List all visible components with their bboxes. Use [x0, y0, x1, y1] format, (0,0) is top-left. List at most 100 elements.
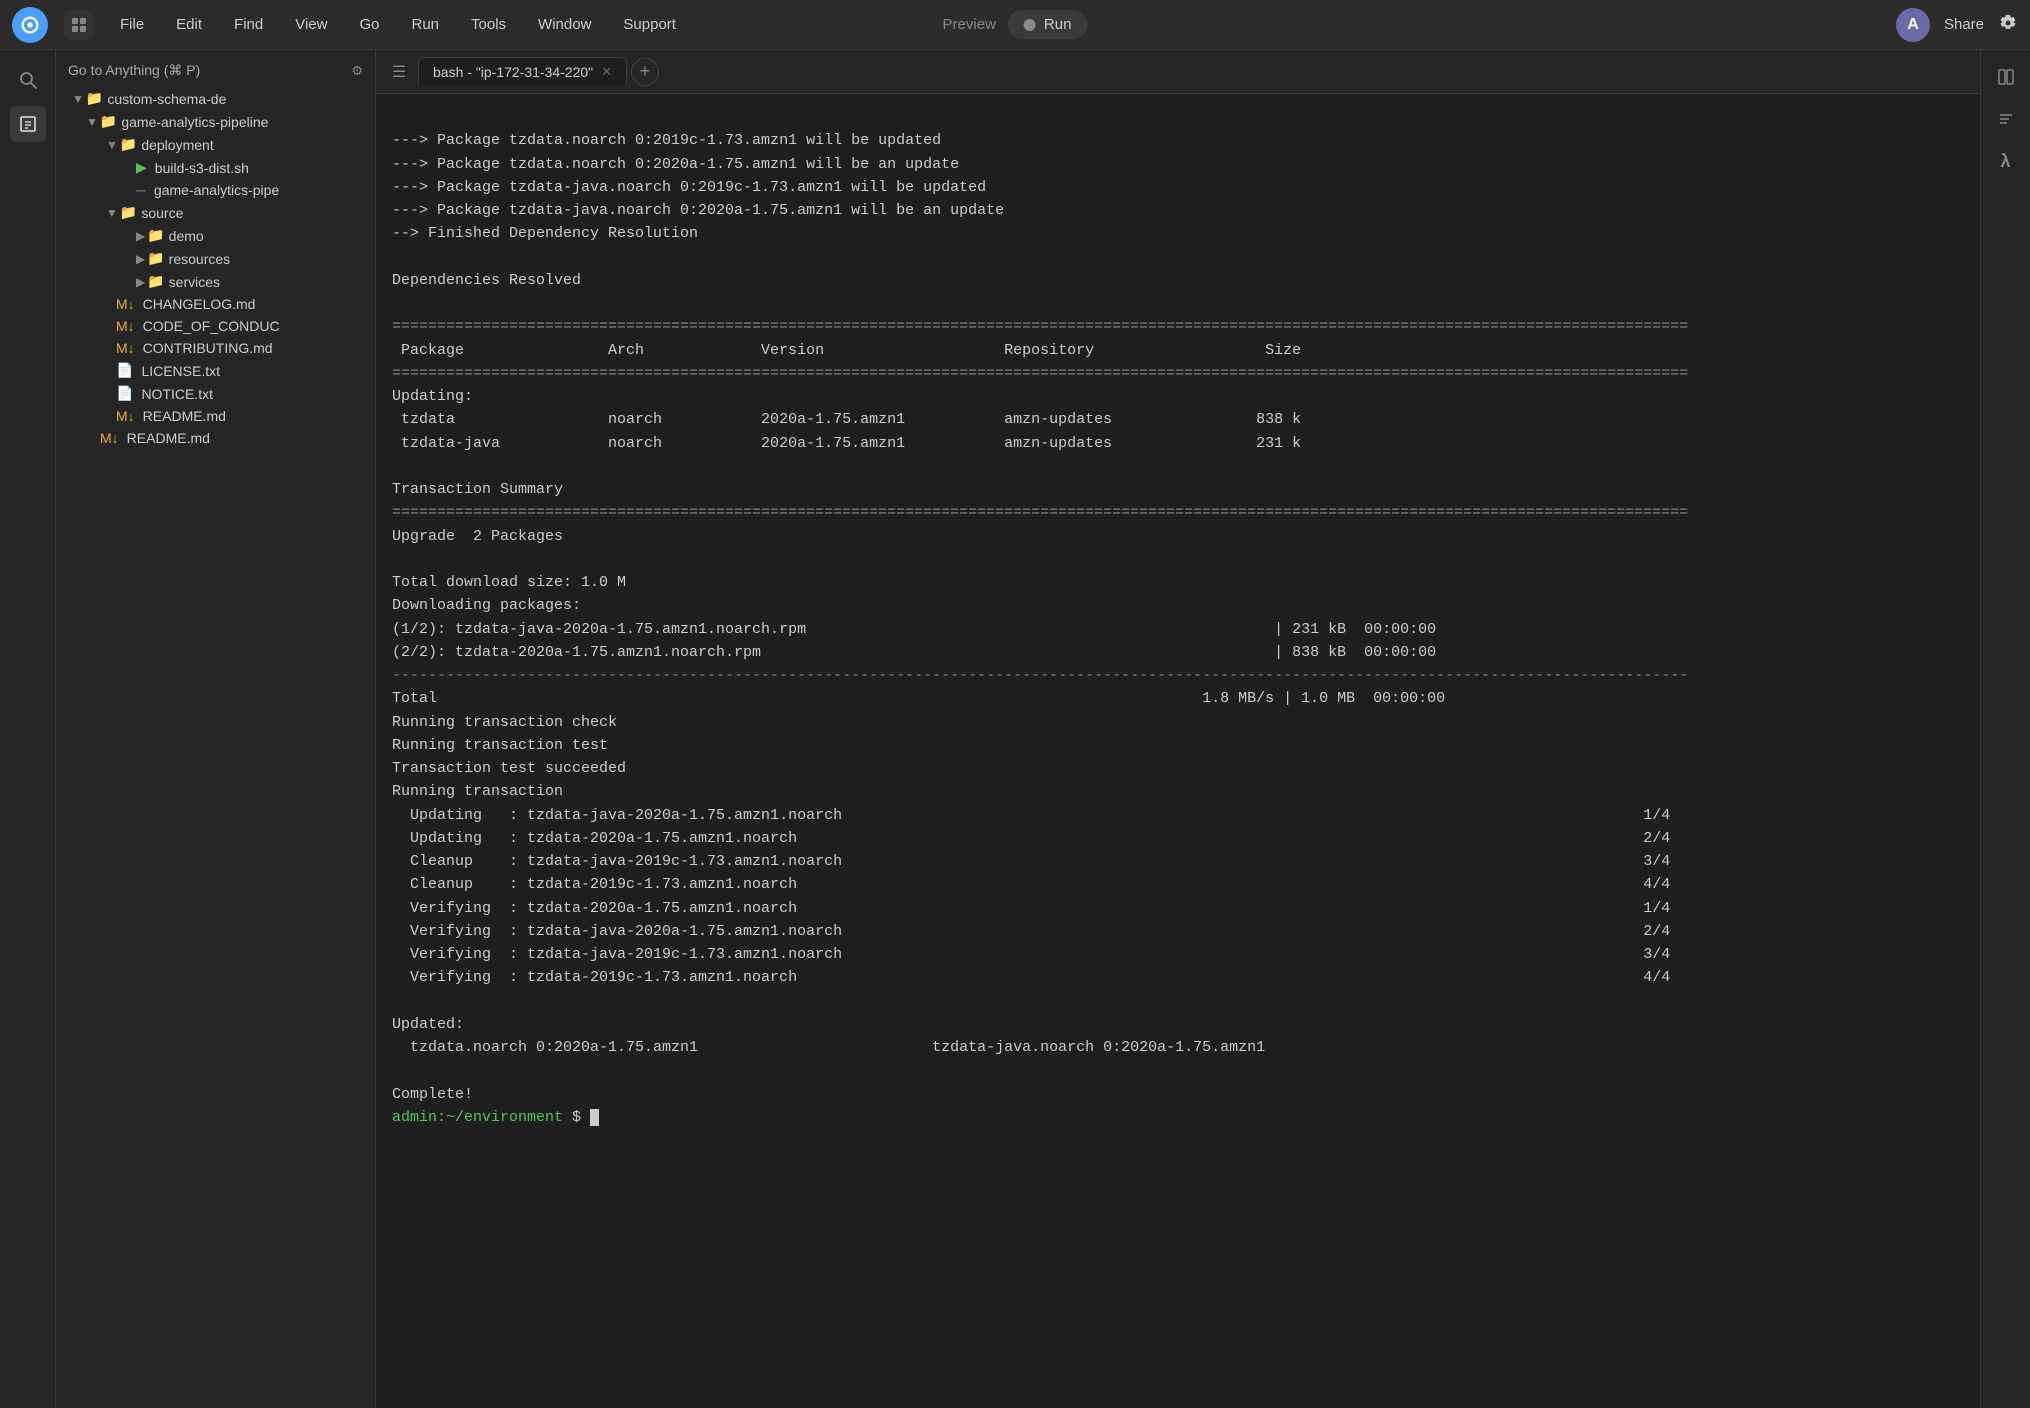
tab-bar: ☰ bash - "ip-172-31-34-220" ✕ + [376, 50, 1980, 94]
tree-item[interactable]: ▶ 📁 resources [56, 247, 375, 270]
menu-center: Preview Run [943, 10, 1088, 39]
chevron-down-icon: ▼ [86, 115, 98, 129]
avatar[interactable]: A [1896, 8, 1930, 42]
main-layout: Go to Anything (⌘ P) ⚙ ▼ 📁 custom-schema… [0, 50, 2030, 1408]
menu-window[interactable]: Window [524, 10, 605, 39]
tree-item-label: resources [169, 251, 230, 267]
folder-icon: 📁 [120, 204, 137, 221]
chevron-down-icon: ▼ [106, 206, 118, 220]
tree-item[interactable]: M↓ README.md [56, 427, 375, 449]
tree-item[interactable]: ▼ 📁 game-analytics-pipeline [56, 110, 375, 133]
tree-item-label: game-analytics-pipe [154, 182, 279, 198]
goto-anything[interactable]: Go to Anything (⌘ P) [68, 62, 200, 79]
tree-item[interactable]: 📄 LICENSE.txt [56, 359, 375, 382]
tree-item-label: NOTICE.txt [141, 386, 213, 402]
terminal-prompt-symbol: $ [563, 1109, 590, 1126]
folder-icon: 📁 [147, 250, 164, 267]
chevron-right-icon: ▶ [136, 229, 145, 243]
tree-item[interactable]: ▼ 📁 custom-schema-de [56, 87, 375, 110]
tab-label: bash - "ip-172-31-34-220" [433, 64, 593, 80]
menu-view[interactable]: View [281, 10, 341, 39]
tree-item[interactable]: M↓ README.md [56, 405, 375, 427]
terminal-line: Dependencies Resolved ==================… [392, 272, 1688, 1126]
new-tab-button[interactable]: + [631, 58, 659, 86]
terminal-prompt: admin:~/environment [392, 1109, 563, 1126]
tree-item-label: CODE_OF_CONDUC [143, 318, 280, 334]
terminal-line: --> Finished Dependency Resolution [392, 225, 698, 242]
terminal-content[interactable]: ---> Package tzdata.noarch 0:2019c-1.73.… [376, 94, 1980, 1408]
tree-item[interactable]: ▶ build-s3-dist.sh [56, 156, 375, 179]
menubar: File Edit Find View Go Run Tools Window … [0, 0, 2030, 50]
tree-item-label: build-s3-dist.sh [155, 160, 249, 176]
file-icon: ─ [136, 182, 146, 198]
tree-item-label: LICENSE.txt [141, 363, 220, 379]
md-icon: M↓ [100, 430, 119, 446]
md-icon: M↓ [116, 296, 135, 312]
tree-item[interactable]: M↓ CODE_OF_CONDUC [56, 315, 375, 337]
md-icon: M↓ [116, 340, 135, 356]
tree-item[interactable]: M↓ CHANGELOG.md [56, 293, 375, 315]
lambda-icon[interactable]: λ [1989, 144, 2023, 178]
filetree-header: Go to Anything (⌘ P) ⚙ [56, 58, 375, 87]
terminal-line: ---> Package tzdata-java.noarch 0:2020a-… [392, 202, 1004, 219]
chevron-right-icon: ▶ [136, 252, 145, 266]
tree-item[interactable]: ▼ 📁 source [56, 201, 375, 224]
app-logo [12, 7, 48, 43]
folder-icon: 📁 [86, 90, 103, 107]
tree-item[interactable]: 📄 NOTICE.txt [56, 382, 375, 405]
tree-item-label: source [141, 205, 183, 221]
run-button[interactable]: Run [1008, 10, 1088, 39]
menu-file[interactable]: File [106, 10, 158, 39]
tree-item-label: game-analytics-pipeline [121, 114, 268, 130]
md-icon: M↓ [116, 318, 135, 334]
terminal-area: ☰ bash - "ip-172-31-34-220" ✕ + ---> Pac… [376, 50, 1980, 1408]
folder-icon: 📁 [147, 273, 164, 290]
filetree-settings-icon[interactable]: ⚙ [351, 63, 363, 79]
tab-close-button[interactable]: ✕ [601, 64, 612, 80]
tree-item-label: README.md [127, 430, 210, 446]
tree-item-label: custom-schema-de [107, 91, 226, 107]
menu-run[interactable]: Run [397, 10, 453, 39]
menu-edit[interactable]: Edit [162, 10, 216, 39]
chevron-down-icon: ▼ [72, 92, 84, 106]
search-icon-btn[interactable] [10, 62, 46, 98]
tree-item[interactable]: M↓ CONTRIBUTING.md [56, 337, 375, 359]
terminal-line: ---> Package tzdata.noarch 0:2019c-1.73.… [392, 132, 941, 149]
share-button[interactable]: Share [1944, 16, 1984, 33]
panel-toggle-icon[interactable] [1989, 60, 2023, 94]
file-icon: 📄 [116, 362, 133, 379]
menu-support[interactable]: Support [609, 10, 690, 39]
tree-item[interactable]: ▶ 📁 services [56, 270, 375, 293]
folder-icon: 📁 [147, 227, 164, 244]
preview-label: Preview [943, 16, 996, 33]
tree-item-label: README.md [143, 408, 226, 424]
tree-item-label: services [169, 274, 220, 290]
tree-item-label: CONTRIBUTING.md [143, 340, 273, 356]
right-sidebar: λ [1980, 50, 2030, 1408]
tree-item-label: deployment [141, 137, 213, 153]
chevron-down-icon: ▼ [106, 138, 118, 152]
tree-item-label: demo [169, 228, 204, 244]
tree-item[interactable]: ▶ 📁 demo [56, 224, 375, 247]
tree-item[interactable]: ─ game-analytics-pipe [56, 179, 375, 201]
file-icon: 📄 [116, 385, 133, 402]
terminal-tab[interactable]: bash - "ip-172-31-34-220" ✕ [418, 57, 627, 86]
md-icon: M↓ [116, 408, 135, 424]
run-button-label: Run [1044, 16, 1072, 33]
menu-go[interactable]: Go [345, 10, 393, 39]
menu-tools[interactable]: Tools [457, 10, 520, 39]
files-icon-btn[interactable] [10, 106, 46, 142]
menu-right: A Share [1896, 8, 2018, 42]
terminal-line: ---> Package tzdata-java.noarch 0:2019c-… [392, 179, 986, 196]
outline-icon[interactable] [1989, 102, 2023, 136]
file-tree: Go to Anything (⌘ P) ⚙ ▼ 📁 custom-schema… [56, 50, 376, 1408]
tree-item[interactable]: ▼ 📁 deployment [56, 133, 375, 156]
menu-find[interactable]: Find [220, 10, 277, 39]
folder-icon: 📁 [120, 136, 137, 153]
file-script-icon: ▶ [136, 159, 147, 176]
tab-menu-button[interactable]: ☰ [384, 57, 414, 87]
app-icon [64, 10, 94, 40]
settings-button[interactable] [1998, 13, 2018, 36]
folder-icon: 📁 [100, 113, 117, 130]
terminal-line: ---> Package tzdata.noarch 0:2020a-1.75.… [392, 156, 959, 173]
